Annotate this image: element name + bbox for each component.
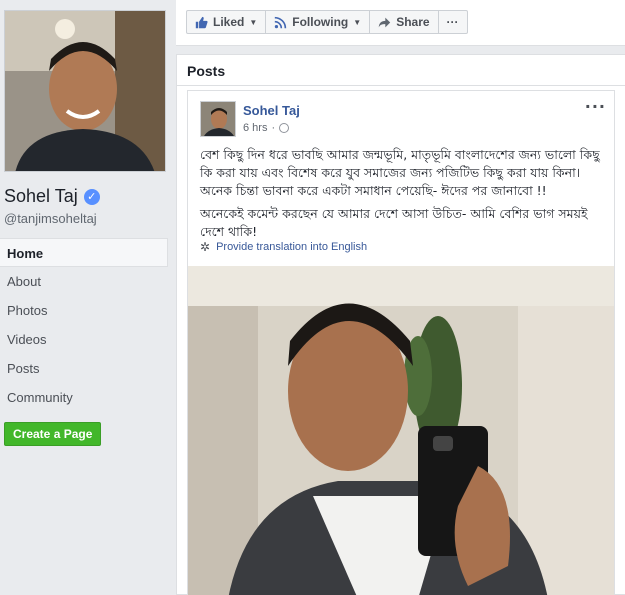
share-button[interactable]: Share xyxy=(369,10,439,34)
translate-label[interactable]: Provide translation into English xyxy=(216,241,367,253)
following-button[interactable]: Following ▼ xyxy=(265,10,371,34)
profile-name[interactable]: Sohel Taj xyxy=(4,186,78,207)
selfie-photo-image xyxy=(188,266,614,595)
globe-icon[interactable] xyxy=(279,123,290,133)
translate-link-row[interactable]: ✲ Provide translation into English xyxy=(200,240,367,254)
nav-item-home[interactable]: Home xyxy=(0,238,168,267)
following-label: Following xyxy=(292,15,349,29)
post-more-options-icon[interactable]: ··· xyxy=(585,97,606,116)
more-dots-icon: ··· xyxy=(446,15,459,29)
post-body: বেশ কিছু দিন ধরে ভাবছি আমার জন্মভূমি, মা… xyxy=(200,146,610,246)
nav-item-posts[interactable]: Posts xyxy=(0,354,168,383)
dot-separator: · xyxy=(271,122,276,134)
share-label: Share xyxy=(396,15,430,29)
nav-item-videos[interactable]: Videos xyxy=(0,325,168,354)
nav-item-about[interactable]: About xyxy=(0,267,168,296)
post-author-avatar[interactable] xyxy=(200,101,236,137)
profile-handle[interactable]: @tanjimsoheltaj xyxy=(4,211,97,226)
posts-panel: Posts Sohel Taj 6 hrs · ··· বেশ কিছু দিন… xyxy=(176,54,625,595)
post-paragraph: বেশ কিছু দিন ধরে ভাবছি আমার জন্মভূমি, মা… xyxy=(200,147,600,198)
profile-photo-image xyxy=(5,11,165,171)
profile-name-row: Sohel Taj ✓ xyxy=(4,186,100,207)
left-column: Sohel Taj ✓ @tanjimsoheltaj Home About P… xyxy=(0,0,176,595)
liked-label: Liked xyxy=(213,15,245,29)
action-button-group: Liked ▼ Following ▼ Share ··· xyxy=(186,10,468,34)
gear-icon: ✲ xyxy=(200,240,211,254)
more-options-button[interactable]: ··· xyxy=(437,10,468,34)
chevron-down-icon: ▼ xyxy=(353,17,362,27)
create-page-button[interactable]: Create a Page xyxy=(4,422,102,446)
posts-section-title: Posts xyxy=(187,63,226,79)
post-author-name[interactable]: Sohel Taj xyxy=(243,103,300,118)
avatar-image xyxy=(201,102,235,136)
share-arrow-icon xyxy=(379,17,391,27)
nav-item-community[interactable]: Community xyxy=(0,383,168,412)
thumbs-up-icon xyxy=(195,16,208,28)
post-paragraph: অনেকেই কমেন্ট করছেন যে আমার দেশে আসা উচি… xyxy=(200,206,588,239)
post-photo[interactable] xyxy=(188,266,614,595)
nav-item-photos[interactable]: Photos xyxy=(0,296,168,325)
page-action-bar: Liked ▼ Following ▼ Share ··· xyxy=(176,0,625,46)
post-meta: 6 hrs · xyxy=(243,122,290,134)
page-nav: Home About Photos Videos Posts Community xyxy=(0,238,168,412)
post-card: Sohel Taj 6 hrs · ··· বেশ কিছু দিন ধরে ভ… xyxy=(187,90,615,595)
post-timestamp[interactable]: 6 hrs xyxy=(243,122,267,134)
rss-feed-icon xyxy=(274,16,287,28)
check-badge-icon: ✓ xyxy=(83,188,100,205)
chevron-down-icon: ▼ xyxy=(249,17,258,27)
profile-picture[interactable] xyxy=(4,10,166,172)
liked-button[interactable]: Liked ▼ xyxy=(186,10,267,34)
divider xyxy=(177,85,625,86)
